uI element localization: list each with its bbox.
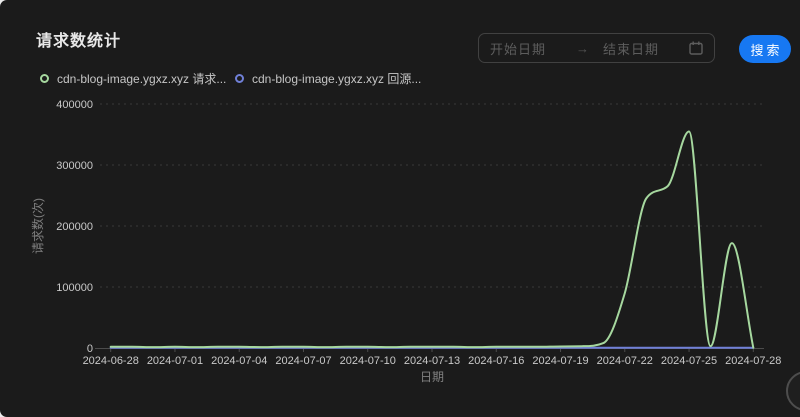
svg-text:2024-07-04: 2024-07-04 — [211, 355, 267, 367]
svg-text:2024-07-25: 2024-07-25 — [661, 355, 717, 367]
svg-text:300000: 300000 — [56, 160, 93, 172]
svg-text:2024-07-10: 2024-07-10 — [340, 355, 396, 367]
start-date-input[interactable]: 开始日期 — [490, 39, 546, 58]
request-stats-card: 01000002000003000004000002024-06-282024-… — [0, 0, 800, 417]
svg-text:2024-07-22: 2024-07-22 — [597, 355, 653, 367]
svg-text:2024-06-28: 2024-06-28 — [83, 355, 139, 367]
legend-item-origin[interactable]: cdn-blog-image.ygxz.xyz 回源... — [235, 70, 421, 87]
x-axis-labels: 2024-06-28 2024-07-01 2024-07-04 2024-07-07… — [83, 355, 782, 367]
svg-text:2024-07-16: 2024-07-16 — [468, 355, 524, 367]
series-line — [111, 132, 754, 348]
svg-text:2024-07-19: 2024-07-19 — [532, 355, 588, 367]
range-arrow-icon: → — [576, 41, 589, 56]
search-button[interactable]: 搜索 — [739, 35, 791, 63]
legend-label-origin: cdn-blog-image.ygxz.xyz 回源... — [252, 70, 421, 87]
legend-marker-requests-icon — [40, 74, 49, 83]
svg-text:2024-07-28: 2024-07-28 — [725, 355, 781, 367]
svg-text:2024-07-13: 2024-07-13 — [404, 355, 460, 367]
y-axis-labels: 0 100000 200000 300000 400000 — [56, 99, 93, 355]
calendar-icon — [689, 41, 703, 55]
end-date-input[interactable]: 结束日期 — [603, 39, 659, 58]
legend-label-requests: cdn-blog-image.ygxz.xyz 请求... — [57, 70, 226, 87]
svg-text:2024-07-01: 2024-07-01 — [147, 355, 203, 367]
legend-marker-origin-icon — [235, 74, 244, 83]
legend-item-requests[interactable]: cdn-blog-image.ygxz.xyz 请求... — [40, 70, 226, 87]
gridlines — [100, 104, 764, 287]
x-axis-title: 日期 — [420, 370, 444, 384]
svg-text:0: 0 — [87, 343, 93, 355]
svg-text:400000: 400000 — [56, 99, 93, 111]
svg-text:200000: 200000 — [56, 221, 93, 233]
svg-text:2024-07-07: 2024-07-07 — [275, 355, 331, 367]
date-range-picker[interactable]: 开始日期 → 结束日期 — [478, 33, 715, 63]
svg-text:100000: 100000 — [56, 282, 93, 294]
page-title: 请求数统计 — [36, 27, 121, 51]
y-axis-title: 请求数(次) — [30, 198, 45, 254]
